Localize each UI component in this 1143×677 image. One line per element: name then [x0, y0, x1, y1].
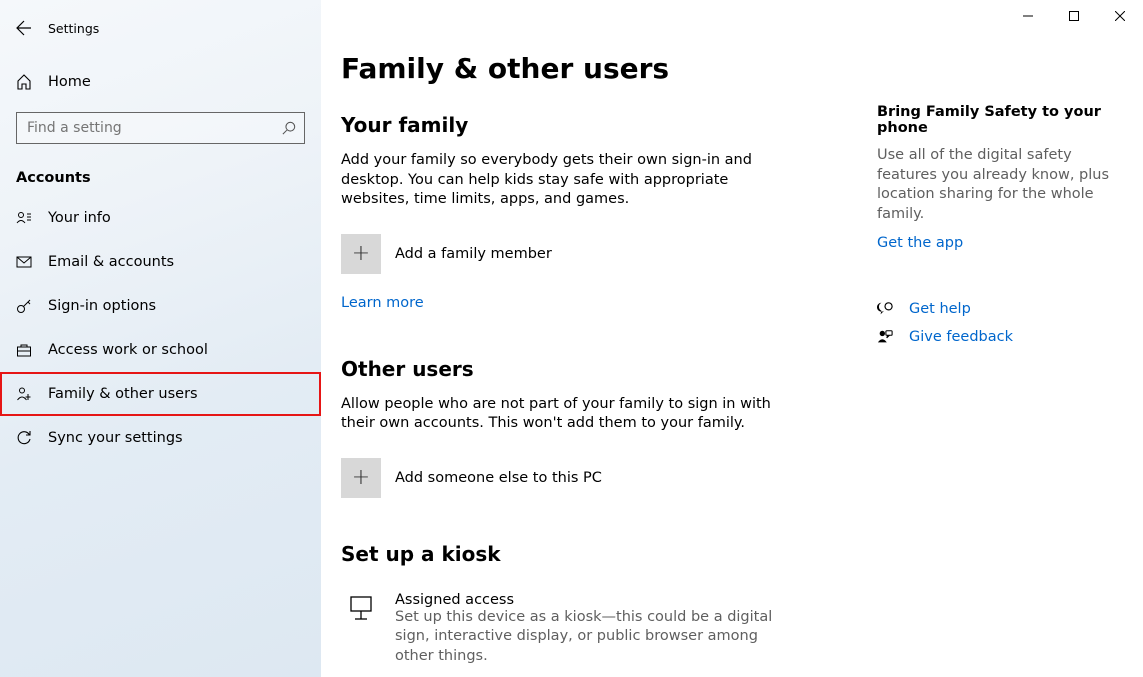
add-other-user-label: Add someone else to this PC	[395, 470, 602, 486]
sidebar-item-sync-settings[interactable]: Sync your settings	[0, 416, 321, 460]
app-title: Settings	[48, 21, 99, 36]
plus-icon: +	[341, 234, 381, 274]
promo-body: Use all of the digital safety features y…	[877, 146, 1123, 224]
give-feedback-link[interactable]: Give feedback	[877, 329, 1123, 345]
learn-more-link[interactable]: Learn more	[341, 295, 424, 311]
sidebar-item-work-school[interactable]: Access work or school	[0, 328, 321, 372]
sidebar-item-family-other-users[interactable]: Family & other users	[0, 372, 321, 416]
search-icon	[282, 121, 296, 135]
assigned-access-button[interactable]: Assigned access Set up this device as a …	[341, 592, 861, 667]
aside-column: Bring Family Safety to your phone Use al…	[861, 52, 1123, 677]
back-button[interactable]	[0, 8, 48, 48]
close-button[interactable]	[1097, 0, 1143, 32]
sidebar-item-label: Family & other users	[48, 386, 198, 402]
give-feedback-label: Give feedback	[909, 329, 1013, 345]
minimize-button[interactable]	[1005, 0, 1051, 32]
sidebar-item-label: Sign-in options	[48, 298, 156, 314]
mail-icon	[16, 254, 32, 270]
titlebar-left: Settings	[0, 8, 321, 48]
sidebar-item-signin-options[interactable]: Sign-in options	[0, 284, 321, 328]
promo-heading: Bring Family Safety to your phone	[877, 104, 1123, 136]
sync-icon	[16, 430, 32, 446]
key-icon	[16, 298, 32, 314]
family-icon	[16, 386, 32, 402]
main-column: Family & other users Your family Add you…	[341, 52, 861, 677]
other-users-heading: Other users	[341, 357, 861, 381]
page-title: Family & other users	[341, 52, 861, 85]
sidebar-item-label: Sync your settings	[48, 430, 183, 446]
sidebar-item-label: Email & accounts	[48, 254, 174, 270]
sidebar-item-label: Access work or school	[48, 342, 208, 358]
close-icon	[1115, 11, 1125, 21]
home-nav-item[interactable]: Home	[0, 62, 321, 102]
content-area: Family & other users Your family Add you…	[321, 0, 1143, 677]
other-users-body: Allow people who are not part of your fa…	[341, 395, 781, 434]
help-bubble-icon	[877, 301, 893, 317]
assigned-access-desc: Set up this device as a kiosk—this could…	[395, 608, 795, 667]
person-card-icon	[16, 210, 32, 226]
feedback-icon	[877, 329, 893, 345]
family-body: Add your family so everybody gets their …	[341, 151, 781, 210]
sidebar-item-your-info[interactable]: Your info	[0, 196, 321, 240]
home-icon	[16, 74, 32, 90]
family-heading: Your family	[341, 113, 861, 137]
sidebar-item-email-accounts[interactable]: Email & accounts	[0, 240, 321, 284]
get-help-label: Get help	[909, 301, 971, 317]
kiosk-heading: Set up a kiosk	[341, 542, 861, 566]
assigned-access-title: Assigned access	[395, 592, 795, 608]
add-family-member-label: Add a family member	[395, 246, 552, 262]
kiosk-icon	[341, 592, 381, 622]
maximize-button[interactable]	[1051, 0, 1097, 32]
window-controls	[1005, 0, 1143, 32]
back-arrow-icon	[16, 20, 32, 36]
plus-icon: +	[341, 458, 381, 498]
add-other-user-button[interactable]: + Add someone else to this PC	[341, 458, 861, 498]
settings-window: Settings Home Accounts Your info Email &…	[0, 0, 1143, 677]
sidebar: Settings Home Accounts Your info Email &…	[0, 0, 321, 677]
minimize-icon	[1023, 11, 1033, 21]
get-app-link[interactable]: Get the app	[877, 235, 963, 251]
add-family-member-button[interactable]: + Add a family member	[341, 234, 861, 274]
sidebar-item-label: Your info	[48, 210, 111, 226]
home-label: Home	[48, 74, 91, 90]
get-help-link[interactable]: Get help	[877, 301, 1123, 317]
search-box[interactable]	[16, 112, 305, 144]
search-input[interactable]	[27, 120, 267, 136]
briefcase-icon	[16, 342, 32, 358]
maximize-icon	[1069, 11, 1079, 21]
section-label: Accounts	[16, 170, 321, 186]
